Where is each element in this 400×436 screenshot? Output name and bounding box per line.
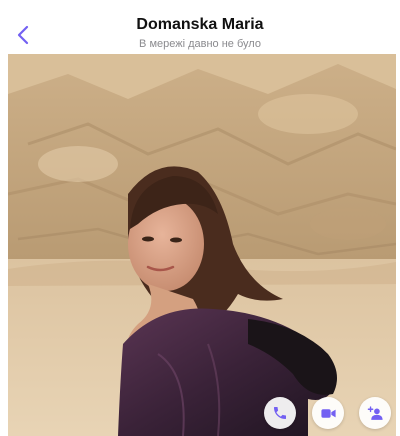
contact-photo[interactable] — [8, 54, 396, 436]
last-seen-status: В мережі давно не було — [139, 38, 261, 50]
call-button[interactable] — [264, 397, 296, 429]
chat-header: Domanska Maria В мережі давно не було — [0, 0, 400, 54]
chevron-left-icon — [17, 25, 29, 45]
phone-icon — [274, 407, 286, 419]
profile-picture — [8, 54, 396, 436]
video-camera-icon — [320, 408, 336, 418]
back-button[interactable] — [12, 22, 34, 48]
add-participant-icon — [367, 405, 383, 420]
contact-info[interactable]: Domanska Maria В мережі давно не було — [60, 15, 340, 52]
add-participant-button[interactable] — [359, 397, 391, 429]
contact-name: Domanska Maria — [136, 16, 264, 33]
video-call-button[interactable] — [312, 397, 344, 429]
